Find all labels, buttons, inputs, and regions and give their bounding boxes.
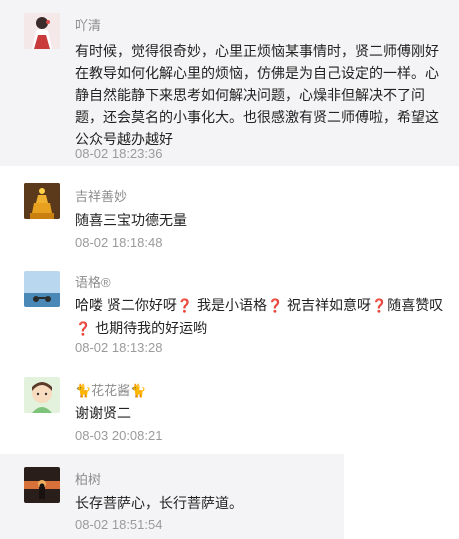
question-emoji-icon: ❓ [75,321,92,336]
comment-timestamp: 08-02 18:51:54 [75,517,163,532]
comment-text: 长存菩萨心，长行菩萨道。 [75,495,243,511]
comment-timestamp: 08-03 20:08:21 [75,428,163,443]
comment-text: 哈喽 贤二你好呀❓ 我是小语格❓ 祝吉祥如意呀❓随喜赞叹❓ 也期待我的好运哟 [75,294,445,340]
question-emoji-icon: ❓ [176,298,194,313]
commenter-name[interactable]: 吖清 [75,15,101,34]
comment-item: 语格® 哈喽 贤二你好呀❓ 我是小语格❓ 祝吉祥如意呀❓随喜赞叹❓ 也期待我的好… [0,257,459,369]
comment-text-part: 祝吉祥如意呀 [283,297,372,313]
comment-item: 吖清 有时候，觉得很奇妙，心里正烦恼某事情时，贤二师傅刚好在教导如何化解心里的烦… [0,0,459,166]
comment-text-part: 我是小语格 [193,297,267,313]
comment-text-part: 也期待我的好运哟 [91,320,208,336]
question-emoji-icon: ❓ [371,298,388,313]
comment-text: 有时候，觉得很奇妙，心里正烦恼某事情时，贤二师傅刚好在教导如何化解心里的烦恼，仿… [75,43,439,147]
comment-item: 柏树 长存菩萨心，长行菩萨道。 08-02 18:51:54 [0,454,344,539]
comment-text: 谢谢贤二 [75,405,131,421]
comment-timestamp: 08-02 18:23:36 [75,146,163,161]
comment-timestamp: 08-02 18:13:28 [75,340,163,355]
comment-text-part: 随喜赞叹 [387,297,444,313]
commenter-name[interactable]: 吉祥善妙 [75,186,127,205]
avatar[interactable] [24,467,60,503]
avatar[interactable] [24,377,60,413]
avatar[interactable] [24,271,60,307]
comment-text: 随喜三宝功德无量 [75,212,187,228]
question-emoji-icon: ❓ [266,298,284,313]
avatar[interactable] [24,183,60,219]
commenter-name[interactable]: 语格® [75,272,111,291]
comment-text-part: 哈喽 贤二你好呀 [75,297,177,313]
comment-item: 吉祥善妙 随喜三宝功德无量 08-02 18:18:48 [0,166,459,257]
comment-item: 🐈花花酱🐈 谢谢贤二 08-03 20:08:21 [0,369,459,454]
commenter-name[interactable]: 柏树 [75,469,101,488]
avatar[interactable] [24,13,60,49]
commenter-name[interactable]: 🐈花花酱🐈 [75,380,146,399]
comment-timestamp: 08-02 18:18:48 [75,235,163,250]
